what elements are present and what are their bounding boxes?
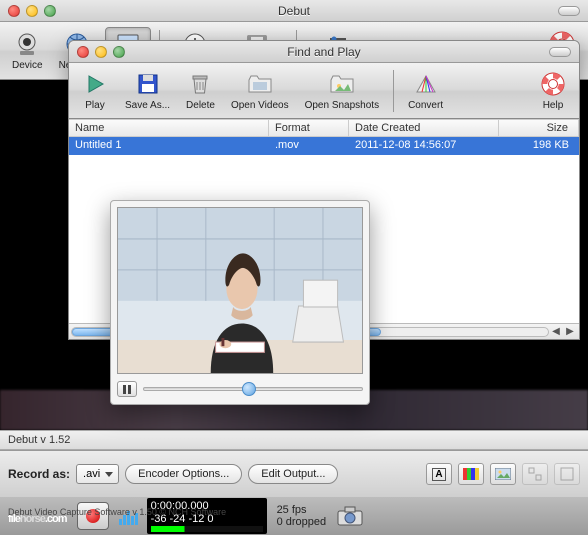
lifebuoy-icon (539, 70, 567, 98)
text-icon: A (432, 468, 445, 481)
delete-button[interactable]: Delete (180, 68, 221, 113)
scroll-right-icon[interactable]: ▶ (563, 325, 577, 339)
pause-button[interactable] (117, 381, 137, 397)
trash-icon (186, 70, 214, 98)
col-date[interactable]: Date Created (349, 120, 499, 136)
separator (393, 70, 394, 112)
webcam-icon (13, 30, 41, 58)
status-bar: Debut v 1.52 (0, 430, 588, 450)
toolbar-pill-icon[interactable] (558, 6, 580, 16)
cell-date: 2011-12-08 14:56:07 (349, 137, 499, 155)
text-overlay-button[interactable]: A (426, 463, 452, 485)
col-name[interactable]: Name (69, 120, 269, 136)
record-as-label: Record as: (8, 467, 70, 481)
find-titlebar: Find and Play (69, 41, 579, 63)
col-size[interactable]: Size (499, 120, 579, 136)
folder-image-icon (328, 70, 356, 98)
floppy-icon (134, 70, 162, 98)
list-row[interactable]: Untitled 1 .mov 2011-12-08 14:56:07 198 … (69, 137, 579, 155)
play-button[interactable]: Play (75, 68, 115, 113)
slider-knob[interactable] (242, 382, 256, 396)
expand-icon (560, 467, 574, 481)
cell-format: .mov (269, 137, 349, 155)
fullscreen-button[interactable] (554, 463, 580, 485)
scroll-left-icon[interactable]: ◀ (549, 325, 563, 339)
folder-video-icon (246, 70, 274, 98)
color-adjust-button[interactable] (458, 463, 484, 485)
device-button[interactable]: Device (6, 28, 49, 73)
window-title: Find and Play (69, 45, 579, 59)
image-icon (495, 468, 511, 480)
prism-icon (412, 70, 440, 98)
save-as-button[interactable]: Save As... (119, 68, 176, 113)
open-videos-button[interactable]: Open Videos (225, 68, 295, 113)
crop-button[interactable] (522, 463, 548, 485)
find-toolbar: Play Save As... Delete Open Videos Open … (69, 63, 579, 119)
fps-label: 25 fps (277, 504, 327, 516)
edit-output-button[interactable]: Edit Output... (248, 464, 338, 484)
encoder-options-button[interactable]: Encoder Options... (125, 464, 242, 484)
preview-controls (117, 380, 363, 398)
main-titlebar: Debut (0, 0, 588, 22)
toolbar-pill-icon[interactable] (549, 47, 571, 57)
col-format[interactable]: Format (269, 120, 349, 136)
bottom-bar: Record as: .avi Encoder Options... Edit … (0, 450, 588, 497)
dropped-label: 0 dropped (277, 516, 327, 528)
copyright: Debut Video Capture Software v 1.50 © NC… (8, 507, 226, 517)
meter-bar (151, 526, 263, 532)
preview-popup (110, 200, 370, 405)
seek-slider[interactable] (143, 387, 363, 391)
open-snapshots-button[interactable]: Open Snapshots (299, 68, 386, 113)
play-icon (81, 70, 109, 98)
watermark-button[interactable] (490, 463, 516, 485)
help-button[interactable]: Help (533, 68, 573, 113)
crop-icon (528, 467, 542, 481)
convert-button[interactable]: Convert (402, 68, 449, 113)
cell-size: 198 KB (499, 137, 579, 155)
window-title: Debut (0, 4, 588, 18)
video-preview (117, 207, 363, 374)
snapshot-button[interactable] (336, 504, 364, 528)
format-select[interactable]: .avi (76, 464, 119, 484)
status-text: Debut v 1.52 (8, 434, 70, 446)
color-bars-icon (463, 468, 479, 480)
list-header: Name Format Date Created Size (69, 119, 579, 137)
cell-name: Untitled 1 (69, 137, 269, 155)
